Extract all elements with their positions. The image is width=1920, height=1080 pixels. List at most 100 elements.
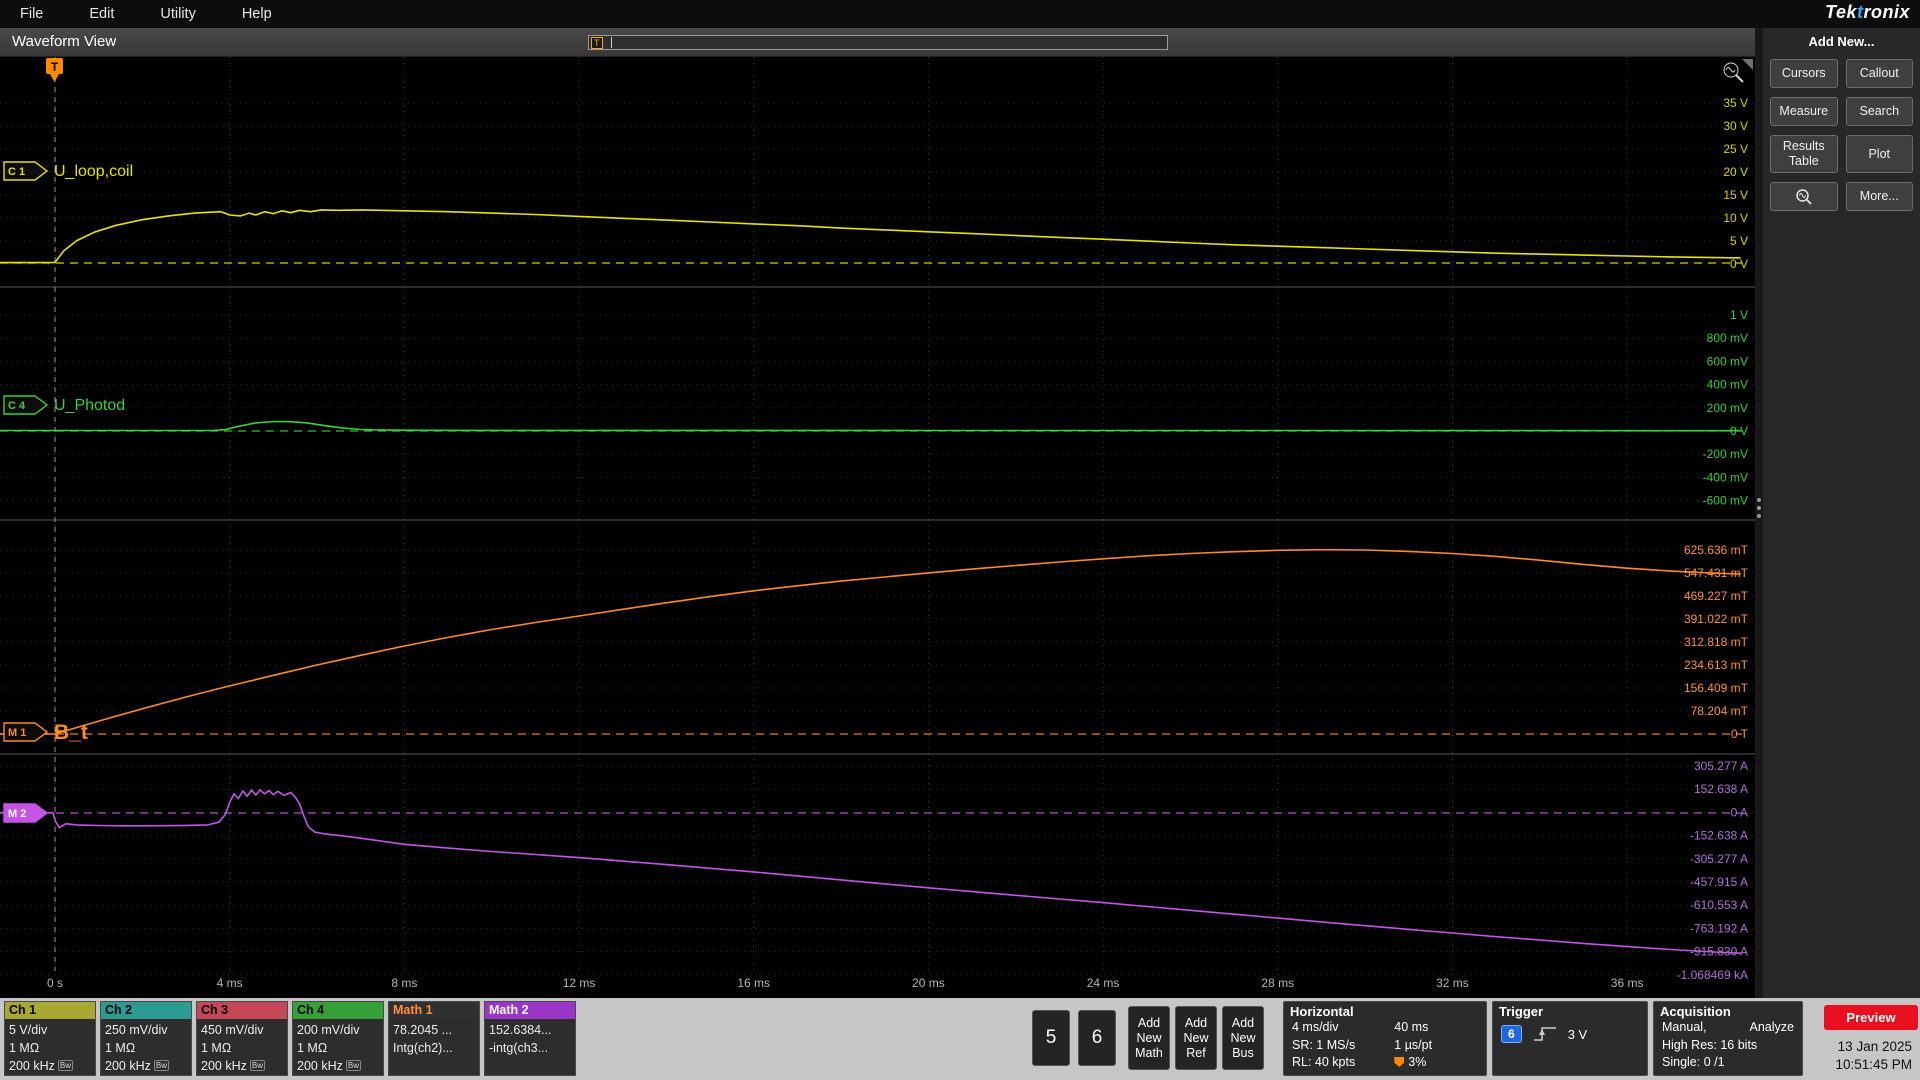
- menu-utility[interactable]: Utility: [160, 6, 195, 22]
- callout-button[interactable]: Callout: [1845, 59, 1913, 88]
- trigger-position-icon: [1394, 1057, 1405, 1067]
- navigator-tick: [611, 37, 612, 48]
- channel-box-ch1-body: 5 V/div 1 MΩ 200 kHz Bw: [5, 1019, 95, 1077]
- traces-layer: [0, 209, 1741, 954]
- channel-box-math2[interactable]: Math 2 152.6384... -intg(ch3...: [484, 1001, 576, 1076]
- trigger-flag[interactable]: T: [46, 58, 63, 82]
- channel-badge-ch4[interactable]: C 4: [3, 395, 49, 415]
- scale-label-math2: -152.638 A: [1690, 829, 1748, 843]
- channel-label-ch4[interactable]: U_Photod: [54, 397, 125, 414]
- ch3-bw-badge: Bw: [249, 1060, 265, 1071]
- channel-box-ch1[interactable]: Ch 1 5 V/div 1 MΩ 200 kHz Bw: [4, 1001, 96, 1076]
- trace-Ch4[interactable]: [0, 420, 1741, 432]
- channel-label-math1[interactable]: B_t: [54, 721, 88, 744]
- svg-text:M 2: M 2: [8, 808, 26, 820]
- channel-badge-math1[interactable]: M 1: [3, 722, 49, 742]
- ch1-scale: 5 V/div: [9, 1023, 48, 1037]
- add-new-math-button[interactable]: Add New Math: [1128, 1006, 1170, 1070]
- zoom-tool-button[interactable]: [1770, 182, 1838, 211]
- ch2-bw-badge: Bw: [153, 1060, 169, 1071]
- scale-label-math1: 312.818 mT: [1684, 635, 1749, 649]
- svg-text:C 1: C 1: [8, 166, 25, 178]
- math2-value: 152.6384...: [489, 1023, 552, 1037]
- scale-label-math2: -763.192 A: [1690, 921, 1748, 935]
- scale-label-ch1: 5 V: [1730, 234, 1748, 248]
- scale-label-ch4: 800 mV: [1707, 331, 1748, 345]
- panel-splitter[interactable]: [1755, 28, 1763, 998]
- horizontal-window: 40 ms: [1394, 1020, 1429, 1034]
- horizontal-record-length: RL: 40 kpts: [1292, 1055, 1356, 1069]
- oscilloscope-screen: File Edit Utility Help Tektronix Wavefor…: [0, 0, 1920, 1080]
- menu-edit[interactable]: Edit: [89, 6, 114, 22]
- scale-label-math1: 234.613 mT: [1684, 658, 1749, 672]
- waveform-canvas[interactable]: 35 V 30 V 25 V 20 V 15 V 10 V 5 V 0 V 1 V 800 mV 6…: [0, 57, 1755, 998]
- ch3-bandwidth: 200 kHz: [201, 1059, 247, 1073]
- trigger-flag-label: T: [51, 60, 59, 74]
- x-axis-label: 12 ms: [563, 976, 596, 990]
- scale-label-math2: 305.277 A: [1694, 759, 1748, 773]
- channel-badge-math2[interactable]: M 2: [3, 803, 49, 823]
- channel-5-button[interactable]: 5: [1032, 1010, 1070, 1066]
- channel-6-button[interactable]: 6: [1078, 1010, 1116, 1066]
- results-table-button[interactable]: Results Table: [1770, 135, 1838, 173]
- time-label: 10:51:45 PM: [1835, 1057, 1912, 1072]
- horizontal-sample-rate: SR: 1 MS/s: [1292, 1037, 1356, 1052]
- channel-box-ch2[interactable]: Ch 2 250 mV/div 1 MΩ 200 kHz Bw: [100, 1001, 192, 1076]
- zoom-navigator[interactable]: T: [588, 35, 1168, 50]
- more-button[interactable]: More...: [1845, 182, 1913, 211]
- scale-label-ch1: 20 V: [1723, 165, 1748, 179]
- acquisition-mode: Manual,: [1662, 1020, 1707, 1034]
- scale-label-math2: 152.638 A: [1694, 782, 1748, 796]
- ch3-scale: 450 mV/div: [201, 1023, 264, 1037]
- measure-button[interactable]: Measure: [1770, 97, 1838, 126]
- splitter-handle-icon: [1757, 498, 1761, 518]
- channel-box-math1[interactable]: Math 1 78.2045 ... Intg(ch2)...: [388, 1001, 480, 1076]
- search-button[interactable]: Search: [1845, 97, 1913, 126]
- channel-box-math2-body: 152.6384... -intg(ch3...: [485, 1019, 575, 1059]
- preview-button[interactable]: Preview: [1824, 1005, 1918, 1030]
- channel-box-ch1-header: Ch 1: [5, 1002, 95, 1019]
- scale-label-math1: 0 T: [1731, 727, 1749, 741]
- scale-label-ch1: 25 V: [1723, 142, 1748, 156]
- channel-box-ch2-header: Ch 2: [101, 1002, 191, 1019]
- channel-box-math2-header: Math 2: [485, 1002, 575, 1019]
- menu-help[interactable]: Help: [242, 6, 272, 22]
- zoom-glass-handle: [1735, 74, 1744, 83]
- trigger-title: Trigger: [1499, 1004, 1544, 1019]
- acquisition-title: Acquisition: [1660, 1004, 1731, 1019]
- scale-label-math2: -1.068469 kA: [1677, 968, 1748, 982]
- zoom-glass-icon[interactable]: [1723, 62, 1744, 83]
- scale-label-ch4: 200 mV: [1707, 401, 1748, 415]
- x-axis-label: 32 ms: [1436, 976, 1469, 990]
- bottom-bar: Ch 1 5 V/div 1 MΩ 200 kHz Bw Ch 2 250 mV/…: [0, 998, 1920, 1080]
- ch4-impedance: 1 MΩ: [297, 1041, 328, 1055]
- channel-label-ch1[interactable]: U_loop,coil: [54, 163, 133, 180]
- cursors-button[interactable]: Cursors: [1770, 59, 1838, 88]
- channel-badges-layer: C 1 U_loop,coil C 4 U_Photod M 1 B_t M 2: [3, 161, 133, 823]
- channel-badge-ch1[interactable]: C 1: [3, 161, 49, 181]
- channel-box-ch3[interactable]: Ch 3 450 mV/div 1 MΩ 200 kHz Bw: [196, 1001, 288, 1076]
- grid-layer: [0, 57, 1755, 976]
- logo-part3: ronix: [1863, 2, 1910, 22]
- scale-label-math1: 78.204 mT: [1691, 704, 1749, 718]
- x-axis-label: 8 ms: [391, 976, 417, 990]
- add-new-ref-button[interactable]: Add New Ref: [1175, 1006, 1217, 1070]
- menu-file[interactable]: File: [20, 6, 43, 22]
- trigger-panel[interactable]: Trigger 6 3 V: [1492, 1001, 1648, 1076]
- x-axis-label: 24 ms: [1087, 976, 1120, 990]
- channel-box-ch4[interactable]: Ch 4 200 mV/div 1 MΩ 200 kHz Bw: [292, 1001, 384, 1076]
- add-new-bus-button[interactable]: Add New Bus: [1222, 1006, 1264, 1070]
- corner-resize-triangle: [1742, 59, 1753, 70]
- ch2-impedance: 1 MΩ: [105, 1041, 136, 1055]
- horizontal-resolution: 1 µs/pt: [1394, 1037, 1433, 1052]
- trigger-flag-pointer: [50, 74, 59, 82]
- horizontal-panel[interactable]: Horizontal 4 ms/div 40 ms SR: 1 MS/s 1 µs/…: [1283, 1001, 1487, 1076]
- ch3-impedance: 1 MΩ: [201, 1041, 232, 1055]
- x-axis-label: 20 ms: [912, 976, 945, 990]
- date-label: 13 Jan 2025: [1837, 1039, 1912, 1054]
- plot-button[interactable]: Plot: [1845, 135, 1913, 173]
- scale-label-ch4: 600 mV: [1707, 354, 1748, 368]
- logo-part1: Tek: [1825, 2, 1857, 22]
- ch4-bw-badge: Bw: [345, 1060, 361, 1071]
- x-axis-label: 16 ms: [737, 976, 770, 990]
